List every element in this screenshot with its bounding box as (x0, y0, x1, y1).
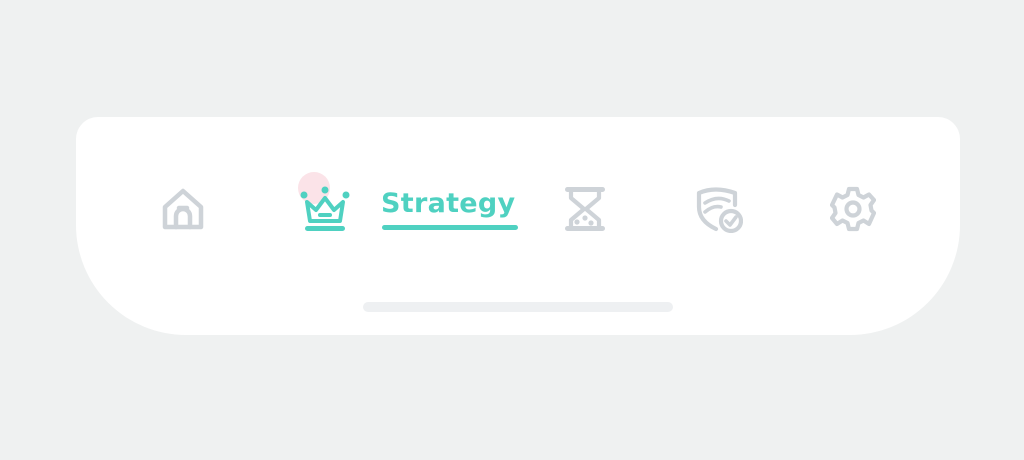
crown-icon (300, 186, 350, 232)
active-tab-underline (382, 225, 518, 230)
tab-security[interactable] (688, 177, 750, 241)
house-icon (160, 186, 206, 232)
hourglass-icon (563, 185, 607, 233)
home-indicator (363, 302, 673, 312)
active-tab-label-group: Strategy (381, 188, 518, 230)
gear-icon (830, 186, 876, 232)
tab-time[interactable] (554, 177, 616, 241)
tab-strategy-label: Strategy (381, 188, 516, 219)
tab-strategy[interactable]: Strategy (294, 172, 524, 241)
tab-home[interactable] (152, 177, 214, 241)
shield-check-icon (695, 185, 743, 233)
tab-settings[interactable] (822, 177, 884, 241)
bottom-tab-bar: Strategy (76, 117, 960, 335)
crown-icon-wrapper (294, 172, 356, 241)
